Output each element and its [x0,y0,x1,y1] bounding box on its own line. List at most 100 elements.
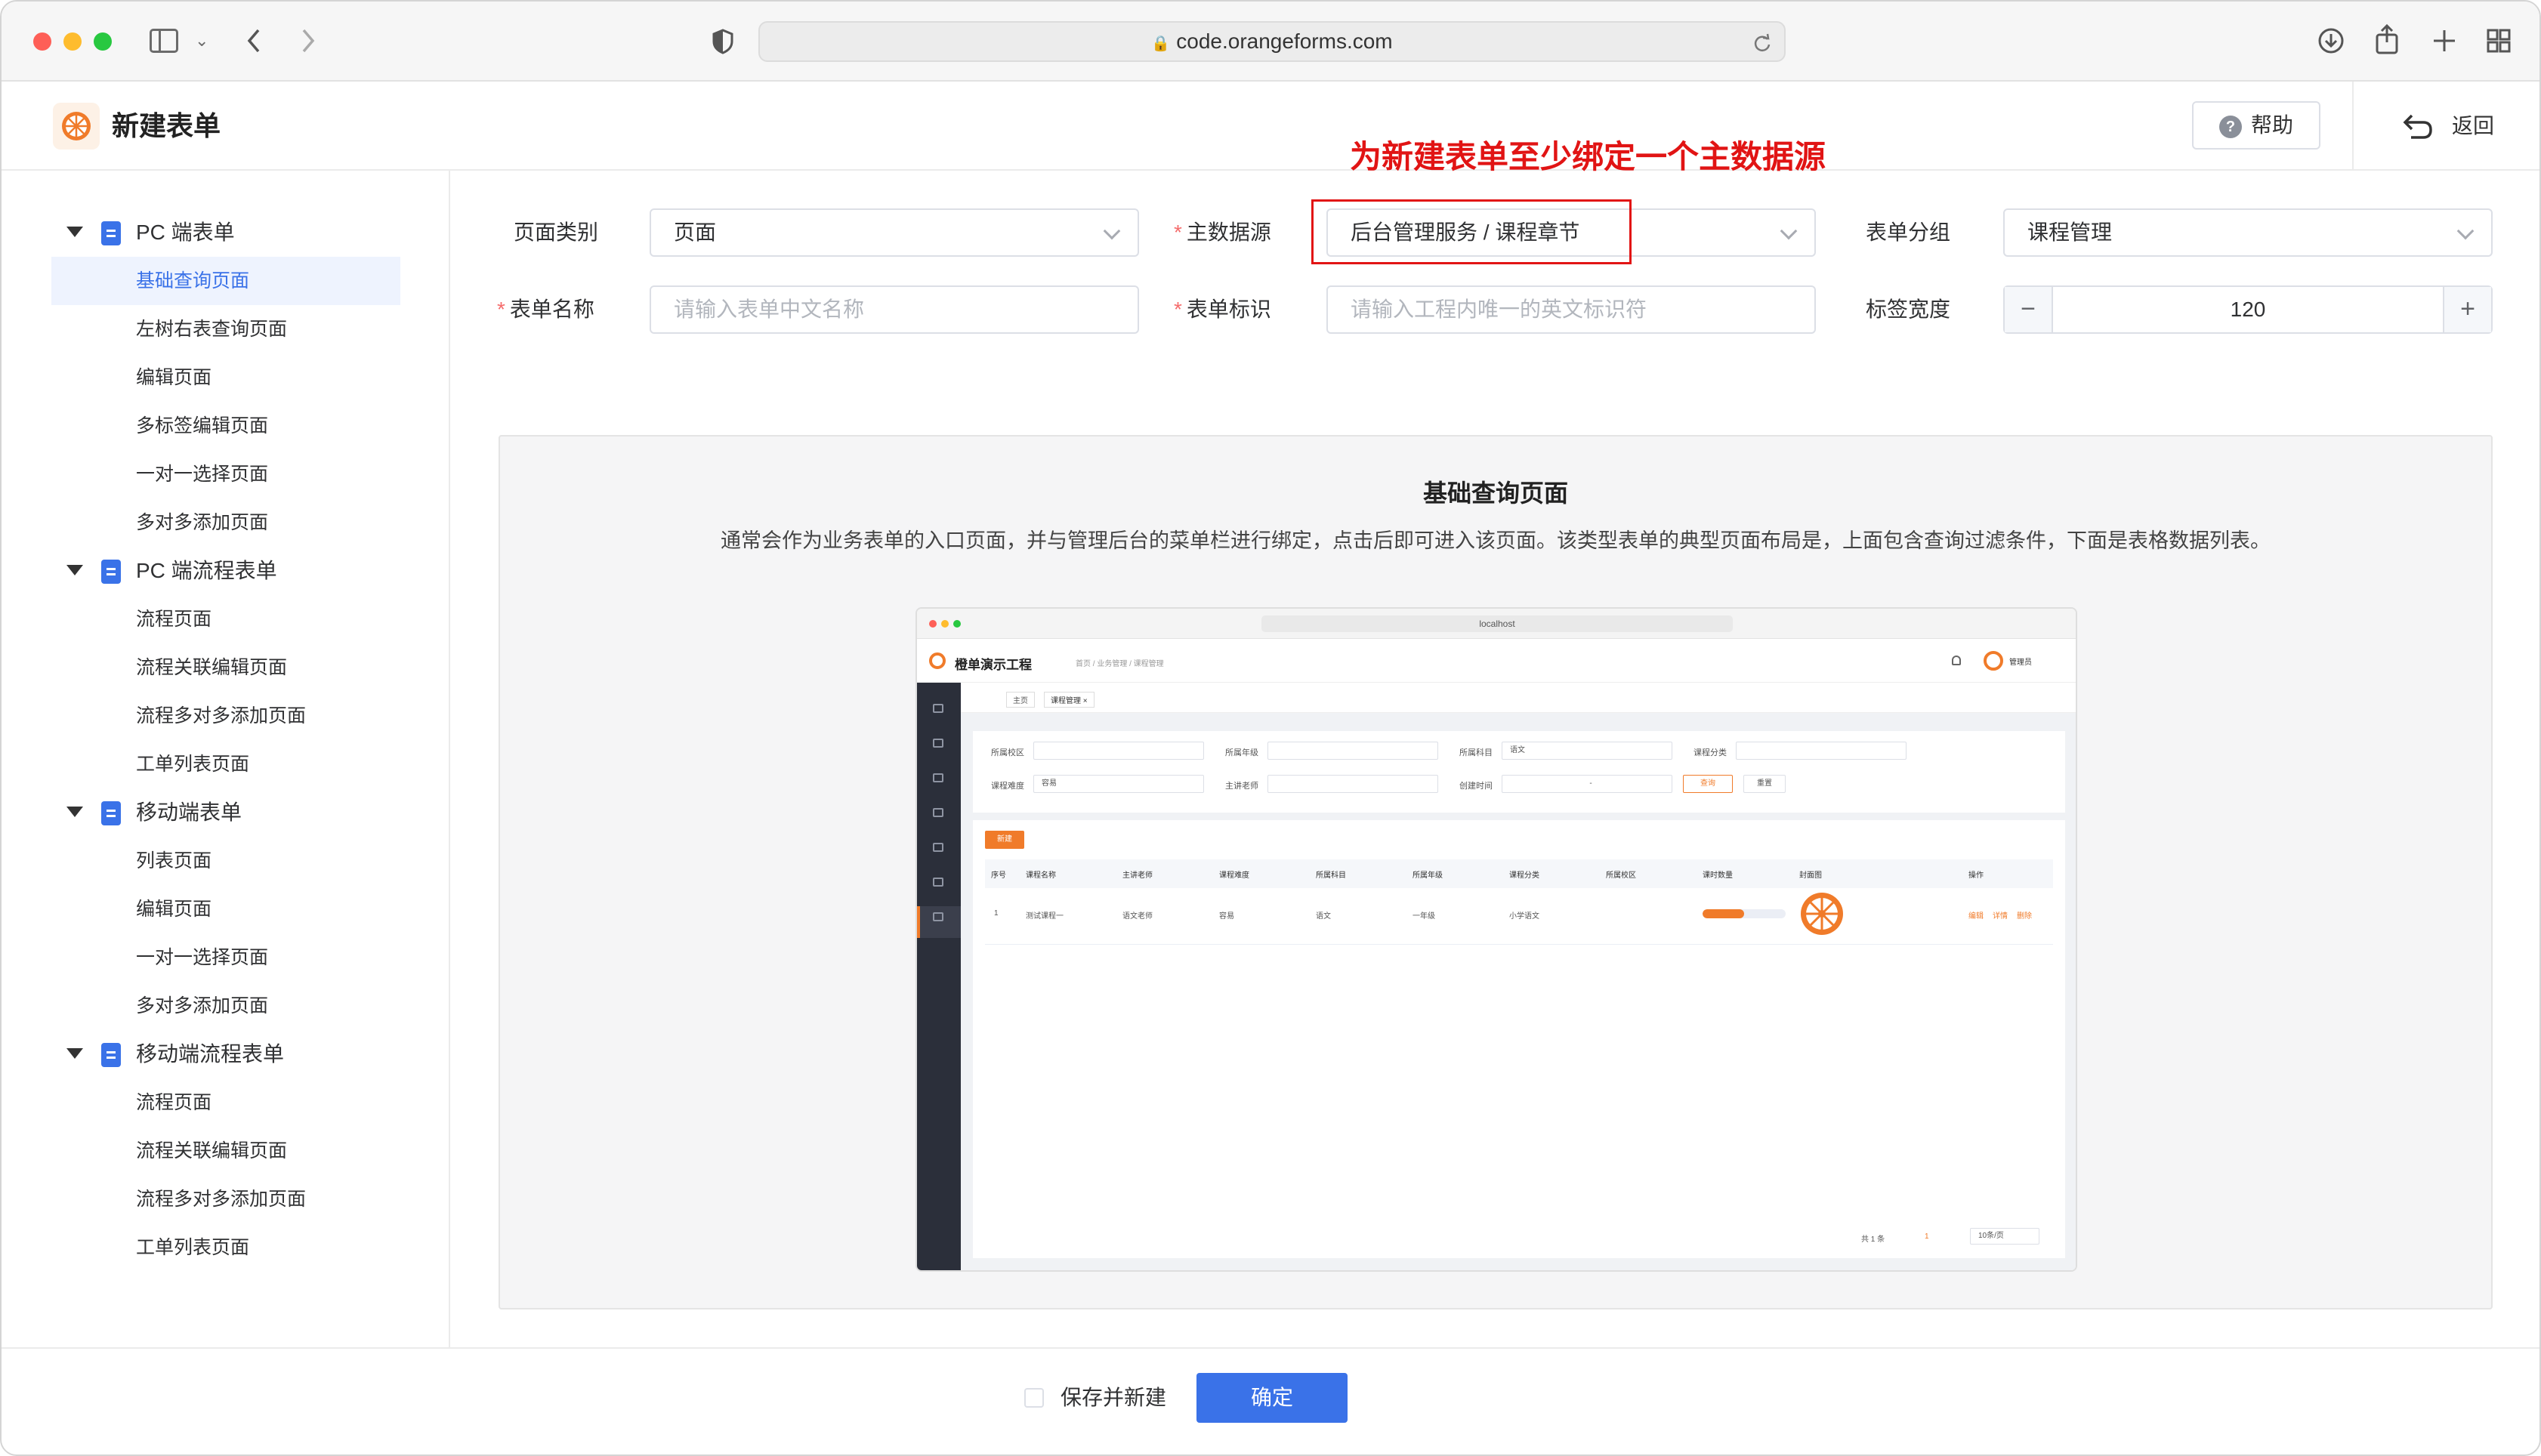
mini-user: 管理员 [2009,659,2032,667]
mini-tab: 主页 [1006,692,1035,708]
mini-page-size: 10条/页 [1970,1228,2039,1245]
save-and-new-checkbox[interactable] [1024,1388,1044,1408]
mini-filter-input [1736,742,1907,760]
mini-column-header: 操作 [1968,871,1984,880]
sidebar-group-mobile-flow-form[interactable]: 移动端流程表单 [2,1030,450,1078]
label-width-value[interactable]: 120 [2053,287,2443,332]
sidebar-item[interactable]: 工单列表页面 [51,740,400,788]
sidebar-item[interactable]: 一对一选择页面 [51,933,400,982]
mini-menu-icon [933,773,943,782]
mini-filter-input: 语文 [1502,742,1672,760]
back-icon[interactable] [245,27,263,54]
sidebar-item[interactable]: 流程关联编辑页面 [51,1127,400,1175]
document-icon [101,801,121,825]
chevron-down-icon [2456,222,2475,240]
shield-icon[interactable] [712,29,734,54]
mini-detail-link: 详情 [1993,912,2008,921]
forward-icon[interactable] [299,27,317,54]
reload-icon[interactable] [1752,33,1772,53]
mini-filter-label: 所属校区 [991,748,1024,757]
document-icon [101,560,121,584]
preview-description: 通常会作为业务表单的入口页面，并与管理后台的菜单栏进行绑定，点击后即可进入该页面… [721,529,2271,552]
footer-bar: 保存并新建 确定 [2,1347,2539,1454]
confirm-button[interactable]: 确定 [1196,1373,1348,1423]
help-label: 帮助 [2251,113,2294,137]
close-window-button[interactable] [33,32,51,51]
mini-delete-link: 删除 [2017,912,2032,921]
select-value: 页面 [674,221,717,244]
sidebar-group-mobile-form[interactable]: 移动端表单 [2,788,450,837]
mini-menu-icon [933,739,943,748]
page-type-select[interactable]: 页面 [650,208,1139,257]
select-value: 课程管理 [2027,221,2113,244]
new-tab-icon[interactable] [2432,29,2456,53]
sidebar-item[interactable]: 流程多对多添加页面 [51,1175,400,1223]
mini-progress-fill [1703,909,1744,918]
sidebar-item[interactable]: 流程关联编辑页面 [51,643,400,692]
form-id-input[interactable]: 请输入工程内唯一的英文标识符 [1326,285,1816,334]
sidebar-item[interactable]: 多对多添加页面 [51,498,400,547]
mini-cell: 容易 [1219,912,1234,921]
sidebar-item[interactable]: 多对多添加页面 [51,982,400,1030]
page-title: 新建表单 [112,110,221,141]
chevron-down-icon[interactable]: ⌄ [195,27,208,54]
sidebar-item[interactable]: 左树右表查询页面 [51,305,400,353]
sidebar-item[interactable]: 编辑页面 [51,885,400,933]
decrease-button[interactable]: − [2005,287,2053,332]
mini-menu-icon [933,843,943,852]
mini-column-header: 主讲老师 [1122,871,1153,880]
zoom-window-button[interactable] [94,32,112,51]
sidebar-group-pc-form[interactable]: PC 端表单 [2,208,450,257]
mini-total: 共 1 条 [1861,1235,1885,1244]
mini-logo-icon [929,652,946,669]
question-icon: ? [2219,116,2242,138]
minimize-window-button[interactable] [63,32,82,51]
mini-browser-toolbar: localhost [917,609,2076,639]
tab-overview-icon[interactable] [2487,29,2511,53]
highlight-box [1311,199,1632,264]
save-and-new-label[interactable]: 保存并新建 [1061,1382,1166,1414]
datasource-label: * 主数据源 [1174,221,1271,244]
lock-icon: 🔒 [1151,35,1171,52]
mini-bell-icon [1952,656,1961,665]
mini-sidebar [917,683,961,1270]
mini-hours-progress [1703,909,1786,918]
sidebar-toggle-icon[interactable] [150,29,178,53]
sidebar-item[interactable]: 工单列表页面 [51,1223,400,1272]
sidebar-group-pc-flow-form[interactable]: PC 端流程表单 [2,547,450,595]
mini-cell: 测试课程一 [1026,912,1064,921]
share-icon[interactable] [2375,24,2399,54]
mini-filter-input [1267,775,1438,793]
mini-column-header: 课程难度 [1219,871,1249,880]
download-icon[interactable] [2317,27,2345,54]
mini-cell: 1 [994,909,999,918]
mini-cell: 一年级 [1413,912,1435,921]
mini-filter-input: - [1502,775,1672,793]
sidebar-item[interactable]: 流程页面 [51,1078,400,1127]
help-button[interactable]: ? 帮助 [2192,101,2320,150]
form-group-select[interactable]: 课程管理 [2003,208,2493,257]
sidebar-item[interactable]: 编辑页面 [51,353,400,402]
form-id-label: * 表单标识 [1174,298,1271,321]
mini-column-header: 所属年级 [1413,871,1443,880]
sidebar-item[interactable]: 多标签编辑页面 [51,402,400,450]
sidebar-item[interactable]: 流程多对多添加页面 [51,692,400,740]
address-bar[interactable]: 🔒 code.orangeforms.com [758,21,1786,62]
increase-button[interactable]: + [2443,287,2491,332]
mini-filter-input: 容易 [1033,775,1204,793]
group-label: PC 端流程表单 [136,559,277,582]
sidebar-item[interactable]: 流程页面 [51,595,400,643]
mini-reset-button: 重置 [1743,775,1786,793]
sidebar-item[interactable]: 基础查询页面 [51,257,400,305]
group-label: PC 端表单 [136,221,235,244]
form-name-label: * 表单名称 [497,298,594,321]
back-label: 返回 [2452,114,2495,137]
group-label: 移动端流程表单 [136,1042,285,1066]
form-name-input[interactable]: 请输入表单中文名称 [650,285,1139,334]
sidebar-item[interactable]: 一对一选择页面 [51,450,400,498]
mini-cell: 语文 [1316,912,1331,921]
sidebar-item[interactable]: 列表页面 [51,837,400,885]
mini-menu-icon [933,808,943,817]
browser-toolbar: ⌄ 🔒 code.orangeforms.com [2,2,2539,82]
mini-filter-label: 所属科目 [1459,748,1493,757]
